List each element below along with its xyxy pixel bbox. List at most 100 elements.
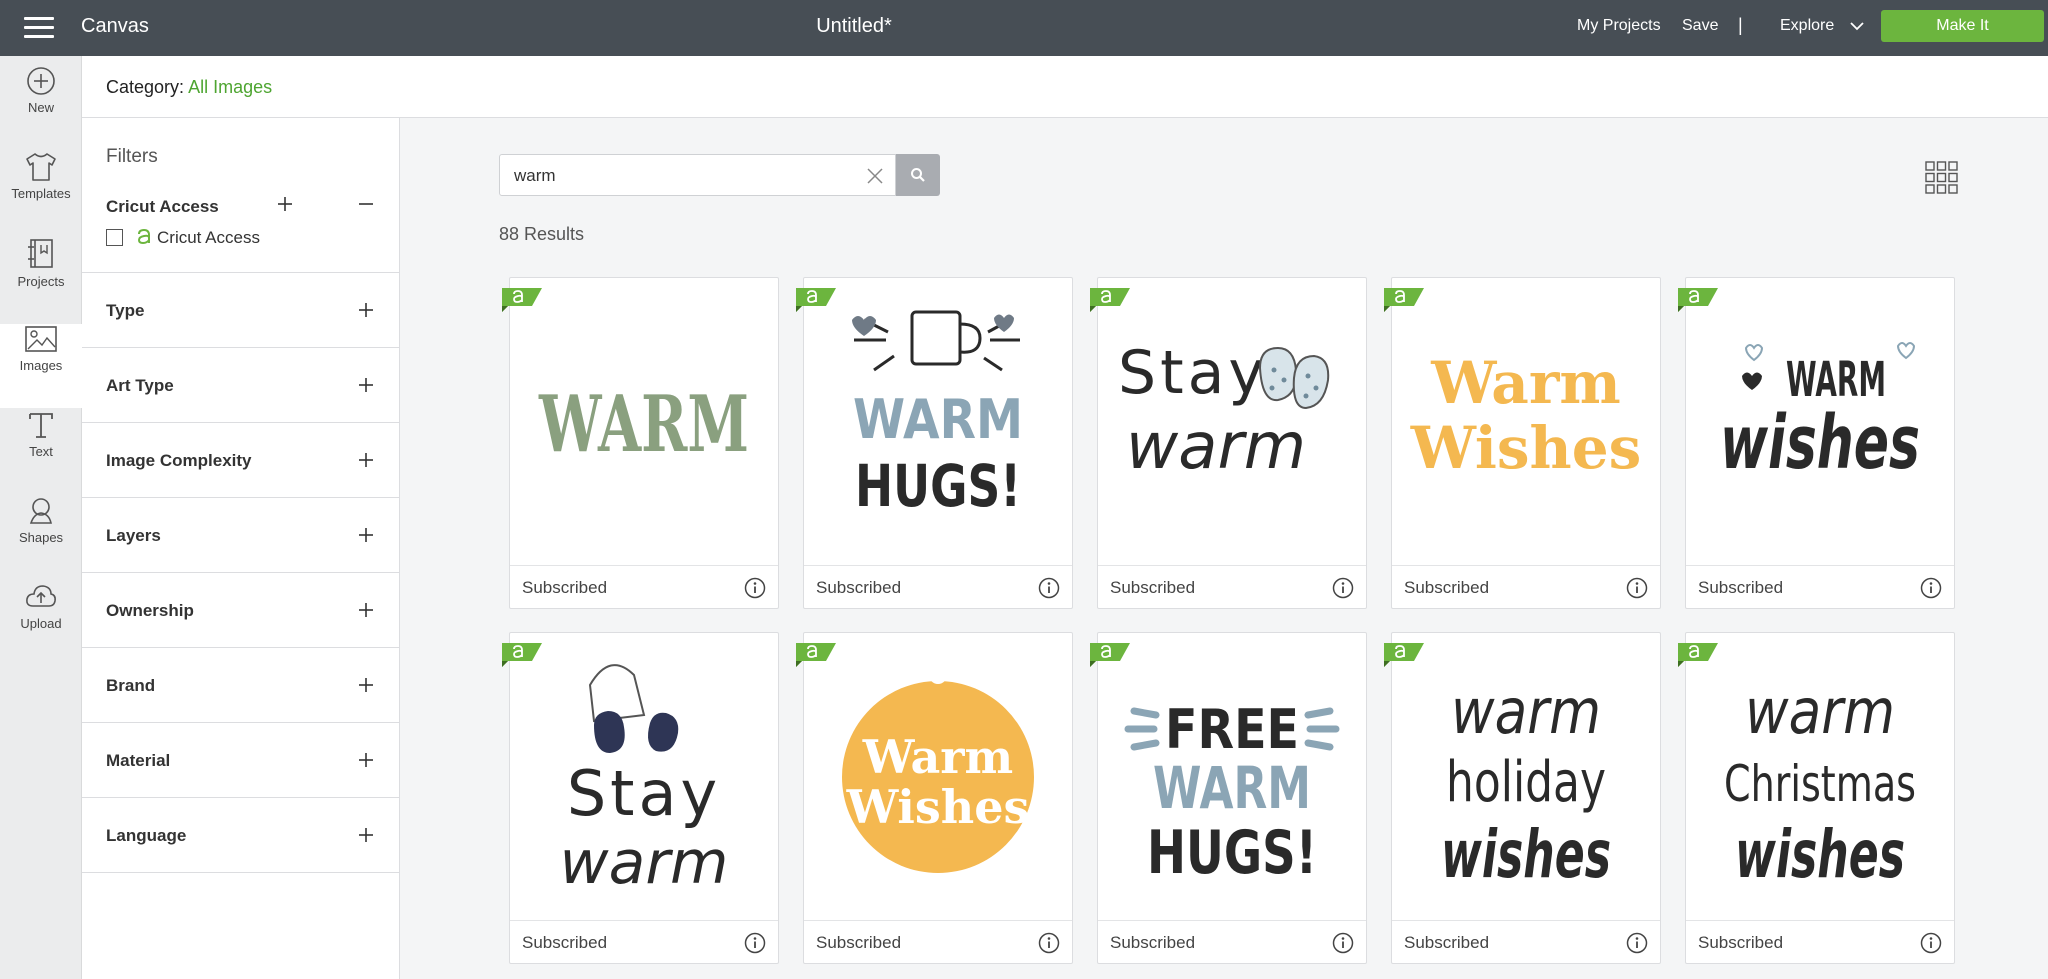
filter-group-label: Language — [106, 826, 187, 845]
image-card[interactable]: Warm Wishes Subscribed — [1384, 277, 1661, 609]
card-footer: Subscribed — [1686, 920, 1954, 963]
plus-icon[interactable] — [358, 677, 374, 693]
info-icon[interactable] — [1626, 932, 1648, 954]
cricut-access-badge-icon — [1384, 643, 1424, 667]
image-thumbnail[interactable]: WARM — [510, 278, 778, 565]
artwork-text: holiday — [1446, 750, 1606, 815]
image-card[interactable]: FREE WARM HUGS! Subscribed — [1090, 632, 1367, 964]
info-icon[interactable] — [1920, 577, 1942, 599]
filter-group-brand[interactable]: Brand — [82, 648, 400, 723]
info-icon[interactable] — [1920, 932, 1942, 954]
info-icon[interactable] — [1332, 932, 1354, 954]
rail-upload-button[interactable]: Upload — [0, 582, 82, 666]
image-thumbnail[interactable]: Stay warm — [510, 633, 778, 920]
cricut-access-badge-icon — [1384, 288, 1424, 312]
rail-templates-button[interactable]: Templates — [0, 152, 82, 236]
filter-group-label: Type — [106, 301, 145, 320]
filters-title: Filters — [106, 146, 158, 167]
artwork: WARMHUGS! — [852, 310, 1023, 520]
filter-group-ownership[interactable]: Ownership — [82, 573, 400, 648]
filter-group-type[interactable]: Type — [82, 273, 400, 348]
filter-group-language[interactable]: Language — [82, 798, 400, 873]
my-projects-link[interactable]: My Projects — [1577, 17, 1661, 35]
artwork-text: wishes — [1441, 816, 1611, 893]
results-count: 88 Results — [499, 224, 585, 244]
info-icon[interactable] — [1038, 932, 1060, 954]
rail-label-shapes: Shapes — [18, 530, 64, 545]
filter-group-label: Brand — [106, 676, 156, 695]
rail-label-images: Images — [19, 358, 63, 373]
info-icon[interactable] — [744, 932, 766, 954]
cricut-access-badge-icon — [1090, 643, 1130, 667]
image-card[interactable]: WARM Subscribed — [502, 277, 779, 609]
plus-icon[interactable] — [358, 602, 374, 618]
info-icon[interactable] — [1332, 577, 1354, 599]
image-thumbnail[interactable]: Stay warm — [1098, 278, 1366, 565]
filters-panel: Filters Cricut Access Cricut Access Type… — [82, 118, 400, 979]
plus-icon[interactable] — [358, 527, 374, 543]
card-footer: Subscribed — [1098, 920, 1366, 963]
cricut-access-badge-icon — [796, 643, 836, 667]
card-footer: Subscribed — [1098, 565, 1366, 608]
artwork-text: Warm — [862, 730, 1013, 784]
document-title[interactable]: Untitled* — [0, 15, 1708, 38]
search-input-value[interactable]: warm — [514, 166, 556, 186]
image-thumbnail[interactable]: Warm Wishes — [1392, 278, 1660, 565]
rail-projects-button[interactable]: Projects — [0, 238, 82, 322]
image-card[interactable]: Warm Wishes Subscribed — [796, 632, 1073, 964]
info-icon[interactable] — [1626, 577, 1648, 599]
search-input[interactable]: warm — [499, 154, 896, 196]
filter-group-art-type[interactable]: Art Type — [82, 348, 400, 423]
text-icon — [29, 413, 53, 438]
cricut-access-checkbox[interactable] — [106, 229, 123, 246]
artwork-text: FREE — [1165, 698, 1299, 761]
image-thumbnail[interactable]: WARM HUGS! — [804, 278, 1072, 565]
rail-label-templates: Templates — [11, 186, 71, 201]
plus-icon[interactable] — [358, 752, 374, 768]
card-status: Subscribed — [522, 933, 608, 952]
artwork: WarmWishes — [1410, 349, 1642, 482]
card-status: Subscribed — [816, 933, 902, 952]
save-link[interactable]: Save — [1682, 17, 1718, 35]
grid-view-icon[interactable] — [1925, 161, 1958, 194]
image-thumbnail[interactable]: WARM wishes — [1686, 278, 1954, 565]
clear-search-icon[interactable] — [867, 168, 883, 184]
plus-icon[interactable] — [358, 452, 374, 468]
image-thumbnail[interactable]: warm Christmas wishes — [1686, 633, 1954, 920]
artwork-text: Wishes — [1410, 414, 1642, 482]
plus-icon[interactable] — [358, 302, 374, 318]
image-thumbnail[interactable]: warm holiday wishes — [1392, 633, 1660, 920]
artwork-text: HUGS! — [855, 452, 1021, 520]
filter-group-material[interactable]: Material — [82, 723, 400, 798]
rail-images-button[interactable]: Images — [0, 324, 82, 408]
make-it-button[interactable]: Make It — [1881, 10, 2044, 42]
artwork-text: Wishes — [846, 780, 1030, 834]
filter-group-image-complexity[interactable]: Image Complexity — [82, 423, 400, 498]
category-value-link[interactable]: All Images — [188, 77, 272, 97]
info-icon[interactable] — [744, 577, 766, 599]
explore-dropdown[interactable]: Explore — [1780, 17, 1865, 35]
image-card[interactable]: warm Christmas wishes Subscribed — [1678, 632, 1955, 964]
rail-label-new: New — [27, 100, 54, 115]
rail-new-button[interactable]: New — [0, 66, 82, 150]
plus-icon[interactable] — [358, 827, 374, 843]
plus-icon[interactable] — [358, 377, 374, 393]
artwork-text: WARM — [538, 379, 749, 470]
artwork-text: warm — [1451, 675, 1601, 748]
image-card[interactable]: WARM HUGS! Subscribed — [796, 277, 1073, 609]
info-icon[interactable] — [1038, 577, 1060, 599]
image-card[interactable]: warm holiday wishes Subscribed — [1384, 632, 1661, 964]
filter-group-layers[interactable]: Layers — [82, 498, 400, 573]
plus-icon[interactable] — [277, 196, 293, 212]
image-card[interactable]: Stay warm Subscribed — [1090, 277, 1367, 609]
image-thumbnail[interactable]: Warm Wishes — [804, 633, 1072, 920]
image-card[interactable]: Stay warm Subscribed — [502, 632, 779, 964]
minus-icon[interactable] — [358, 196, 374, 212]
rail-shapes-button[interactable]: Shapes — [0, 496, 82, 580]
image-card[interactable]: WARM wishes Subscribed — [1678, 277, 1955, 609]
image-thumbnail[interactable]: FREE WARM HUGS! — [1098, 633, 1366, 920]
chevron-down-icon — [1850, 22, 1864, 31]
rail-text-button[interactable]: Text — [0, 410, 82, 494]
artwork-text: warm — [1745, 675, 1895, 748]
search-button[interactable] — [896, 154, 940, 196]
